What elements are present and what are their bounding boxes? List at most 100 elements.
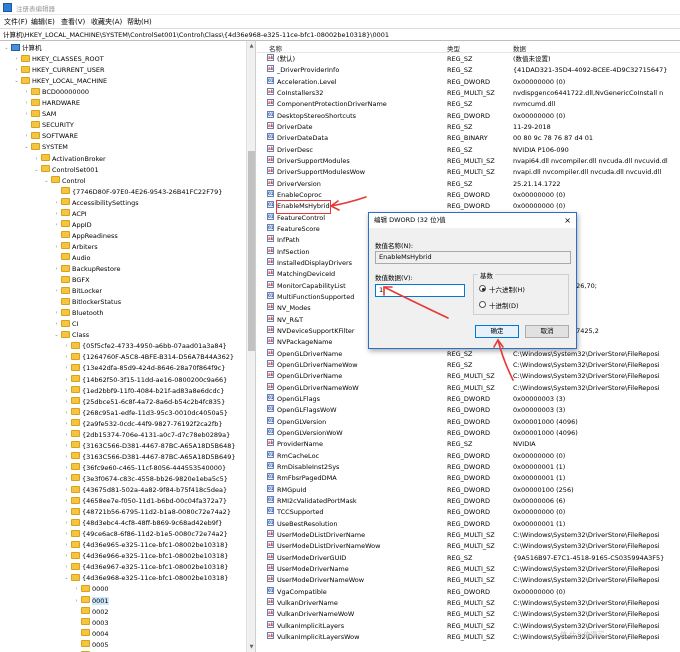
value-row[interactable]: 01 RmDisableInst2Sys REG_DWORD 0x00000001 (…: [257, 461, 680, 473]
chevron-right-icon[interactable]: ›: [63, 529, 70, 540]
tree-node[interactable]: 0004: [73, 629, 109, 640]
cancel-button[interactable]: 取消: [525, 325, 569, 338]
tree-node[interactable]: › {4658ee7e-f050-11d1-b6bd-00c04fa372a7}: [63, 496, 227, 507]
value-row[interactable]: ab OpenGLDriverNameWow REG_SZ C:\Windows\Sy…: [257, 359, 680, 371]
chevron-right-icon[interactable]: ›: [23, 87, 30, 98]
value-row[interactable]: ab UserModeDriverName REG_MULTI_SZ C:\Windo…: [257, 563, 680, 575]
tree-node[interactable]: 0005: [73, 640, 109, 651]
chevron-right-icon[interactable]: ›: [63, 386, 70, 397]
tree-node[interactable]: › {3e3f0674-c83c-4558-bb26-9820e1eba5c5}: [63, 474, 228, 485]
value-row[interactable]: ab _DriverProviderInfo REG_SZ {41DAD321-35D…: [257, 65, 680, 76]
value-data-input[interactable]: 1: [375, 284, 465, 297]
chevron-right-icon[interactable]: ›: [53, 319, 60, 330]
chevron-right-icon[interactable]: ›: [63, 518, 70, 529]
tree-node[interactable]: › 0000: [73, 584, 109, 595]
menu-file[interactable]: 文件(F): [4, 17, 28, 27]
tree-node[interactable]: 0003: [73, 618, 109, 629]
tree-node[interactable]: › {14b62f50-3f15-11dd-ae16-0800200c9a66}: [63, 375, 227, 386]
chevron-down-icon[interactable]: ⌄: [53, 330, 60, 341]
value-row[interactable]: 01 EnableMsHybrid REG_DWORD 0x00000000 (0): [257, 200, 680, 214]
scroll-up-icon[interactable]: ▲: [247, 41, 255, 51]
chevron-right-icon[interactable]: ›: [33, 154, 40, 165]
menu-view[interactable]: 查看(V): [61, 17, 85, 27]
chevron-right-icon[interactable]: ›: [63, 452, 70, 463]
chevron-right-icon[interactable]: ›: [63, 352, 70, 363]
chevron-right-icon[interactable]: ›: [63, 341, 70, 352]
value-row[interactable]: 01 Acceleration.Level REG_DWORD 0x00000000 …: [257, 76, 680, 88]
value-row[interactable]: ab VulkanImplicitLayers REG_MULTI_SZ C:\Win…: [257, 620, 680, 632]
chevron-right-icon[interactable]: ›: [63, 397, 70, 408]
value-row[interactable]: ab UserModeDriverGUID REG_SZ {9A516B97-E7C1…: [257, 552, 680, 564]
value-row[interactable]: ab DriverVersion REG_SZ 25.21.14.1722: [257, 178, 680, 190]
value-row[interactable]: 01 OpenGLVersionWoW REG_DWORD 0x00001000 (4…: [257, 427, 680, 439]
chevron-right-icon[interactable]: ›: [63, 540, 70, 551]
menu-help[interactable]: 帮助(H): [127, 17, 152, 27]
tree-node[interactable]: › SAM: [23, 109, 56, 120]
value-row[interactable]: ab UserModeDListDriverName REG_MULTI_SZ C:\…: [257, 529, 680, 541]
tree-node[interactable]: ⌄ Control: [43, 176, 86, 187]
radio-dec[interactable]: [479, 301, 486, 308]
chevron-down-icon[interactable]: ⌄: [33, 165, 40, 176]
chevron-down-icon[interactable]: ⌄: [3, 43, 10, 54]
tree-node[interactable]: Audio: [53, 253, 90, 264]
column-name[interactable]: 名称: [269, 43, 282, 53]
chevron-right-icon[interactable]: ›: [23, 109, 30, 120]
tree-node[interactable]: BitlockerStatus: [53, 297, 121, 308]
chevron-right-icon[interactable]: ›: [23, 131, 30, 142]
scroll-down-icon[interactable]: ▼: [247, 642, 255, 652]
value-row[interactable]: ab ProviderName REG_SZ NVIDIA: [257, 439, 680, 450]
tree-node-selected[interactable]: › 0001: [73, 596, 109, 607]
value-row[interactable]: ab DriverDesc REG_SZ NVIDIA P106-090: [257, 144, 680, 156]
value-row[interactable]: ab VulkanDriverName REG_MULTI_SZ C:\Windows…: [257, 597, 680, 609]
chevron-right-icon[interactable]: ›: [53, 209, 60, 220]
value-row[interactable]: ab ComponentProtectionDriverName REG_SZ nvm…: [257, 99, 680, 110]
chevron-right-icon[interactable]: ›: [63, 507, 70, 518]
chevron-right-icon[interactable]: ›: [63, 463, 70, 474]
tree-node[interactable]: › ActivationBroker: [33, 154, 106, 165]
chevron-right-icon[interactable]: ›: [53, 308, 60, 319]
tree-node[interactable]: ⌄ SYSTEM: [23, 142, 68, 153]
value-row[interactable]: ab UserModeDListDriverNameWow REG_MULTI_SZ…: [257, 541, 680, 552]
chevron-right-icon[interactable]: ›: [63, 363, 70, 374]
tree-node[interactable]: › HKEY_CLASSES_ROOT: [13, 54, 104, 65]
tree-node[interactable]: {7746D80F-97E0-4E26-9543-26B41FC22F79}: [53, 187, 222, 198]
tree-node[interactable]: › {05f5cfe2-4733-4950-a6bb-07aad01a3a84}: [63, 341, 227, 352]
tree-node[interactable]: AppReadiness: [53, 231, 118, 242]
tree-node[interactable]: › BackupRestore: [53, 264, 121, 275]
tree-node[interactable]: › {1ed2bbf9-11f0-4084-b21f-ad83a8e6dcdc}: [63, 386, 224, 397]
chevron-right-icon[interactable]: ›: [63, 562, 70, 573]
chevron-right-icon[interactable]: ›: [53, 220, 60, 231]
radio-dec-label[interactable]: 十进制(D): [489, 300, 519, 310]
chevron-down-icon[interactable]: ⌄: [23, 142, 30, 153]
chevron-right-icon[interactable]: ›: [23, 98, 30, 109]
tree-node[interactable]: › {1264760F-A5C8-4BFE-B314-D56A7B44A362}: [63, 352, 234, 363]
tree-node[interactable]: › {4d36e965-e325-11ce-bfc1-08002be10318}: [63, 540, 228, 551]
value-row[interactable]: 01 RMGpuId REG_DWORD 0x00000100 (256): [257, 484, 680, 496]
tree-scrollbar[interactable]: ▲ ▼: [246, 41, 255, 652]
tree-node[interactable]: › {4d36e966-e325-11ce-bfc1-08002be10318}: [63, 551, 228, 562]
tree-node[interactable]: › {25dbce51-6c8f-4a72-8a6d-b54c2b4fc835}: [63, 397, 225, 408]
tree-node[interactable]: BGFX: [53, 275, 90, 286]
tree-node[interactable]: › CI: [53, 319, 78, 330]
value-row[interactable]: 01 OpenGLFlags REG_DWORD 0x00000003 (3): [257, 393, 680, 405]
value-row[interactable]: 01 RmFbsrPagedDMA REG_DWORD 0x00000001 (1): [257, 473, 680, 484]
value-row[interactable]: ab DriverDate REG_SZ 11-29-2018: [257, 121, 680, 133]
chevron-right-icon[interactable]: ›: [63, 441, 70, 452]
chevron-right-icon[interactable]: ›: [73, 596, 80, 607]
tree-node[interactable]: › HARDWARE: [23, 98, 80, 109]
chevron-right-icon[interactable]: ›: [63, 551, 70, 562]
value-row[interactable]: 01 UseBestResolution REG_DWORD 0x00000001 (…: [257, 518, 680, 530]
tree-node[interactable]: › {4d36e967-e325-11ce-bfc1-08002be10318}: [63, 562, 228, 573]
chevron-right-icon[interactable]: ›: [73, 584, 80, 595]
value-row[interactable]: ab UserModeDriverNameWow REG_MULTI_SZ C:\Wi…: [257, 575, 680, 586]
tree-node[interactable]: › {2db15374-706e-4131-a0c7-d7c78eb0289a}: [63, 430, 230, 441]
value-row[interactable]: 01 OpenGLFlagsWoW REG_DWORD 0x00000003 (3): [257, 405, 680, 416]
value-row[interactable]: 01 TCCSupported REG_DWORD 0x00000000 (0): [257, 507, 680, 518]
value-row[interactable]: ab DriverSupportModulesWow REG_MULTI_SZ nva…: [257, 167, 680, 178]
tree-node[interactable]: › Bluetooth: [53, 308, 104, 319]
value-row[interactable]: ab VulkanImplicitLayersWow REG_MULTI_SZ C:\…: [257, 631, 680, 643]
chevron-right-icon[interactable]: ›: [63, 485, 70, 496]
tree-node[interactable]: › {43675d81-502a-4a82-9f84-b75f418c5dea}: [63, 485, 227, 496]
tree-node[interactable]: 0002: [73, 607, 109, 618]
scroll-thumb[interactable]: [248, 151, 255, 351]
